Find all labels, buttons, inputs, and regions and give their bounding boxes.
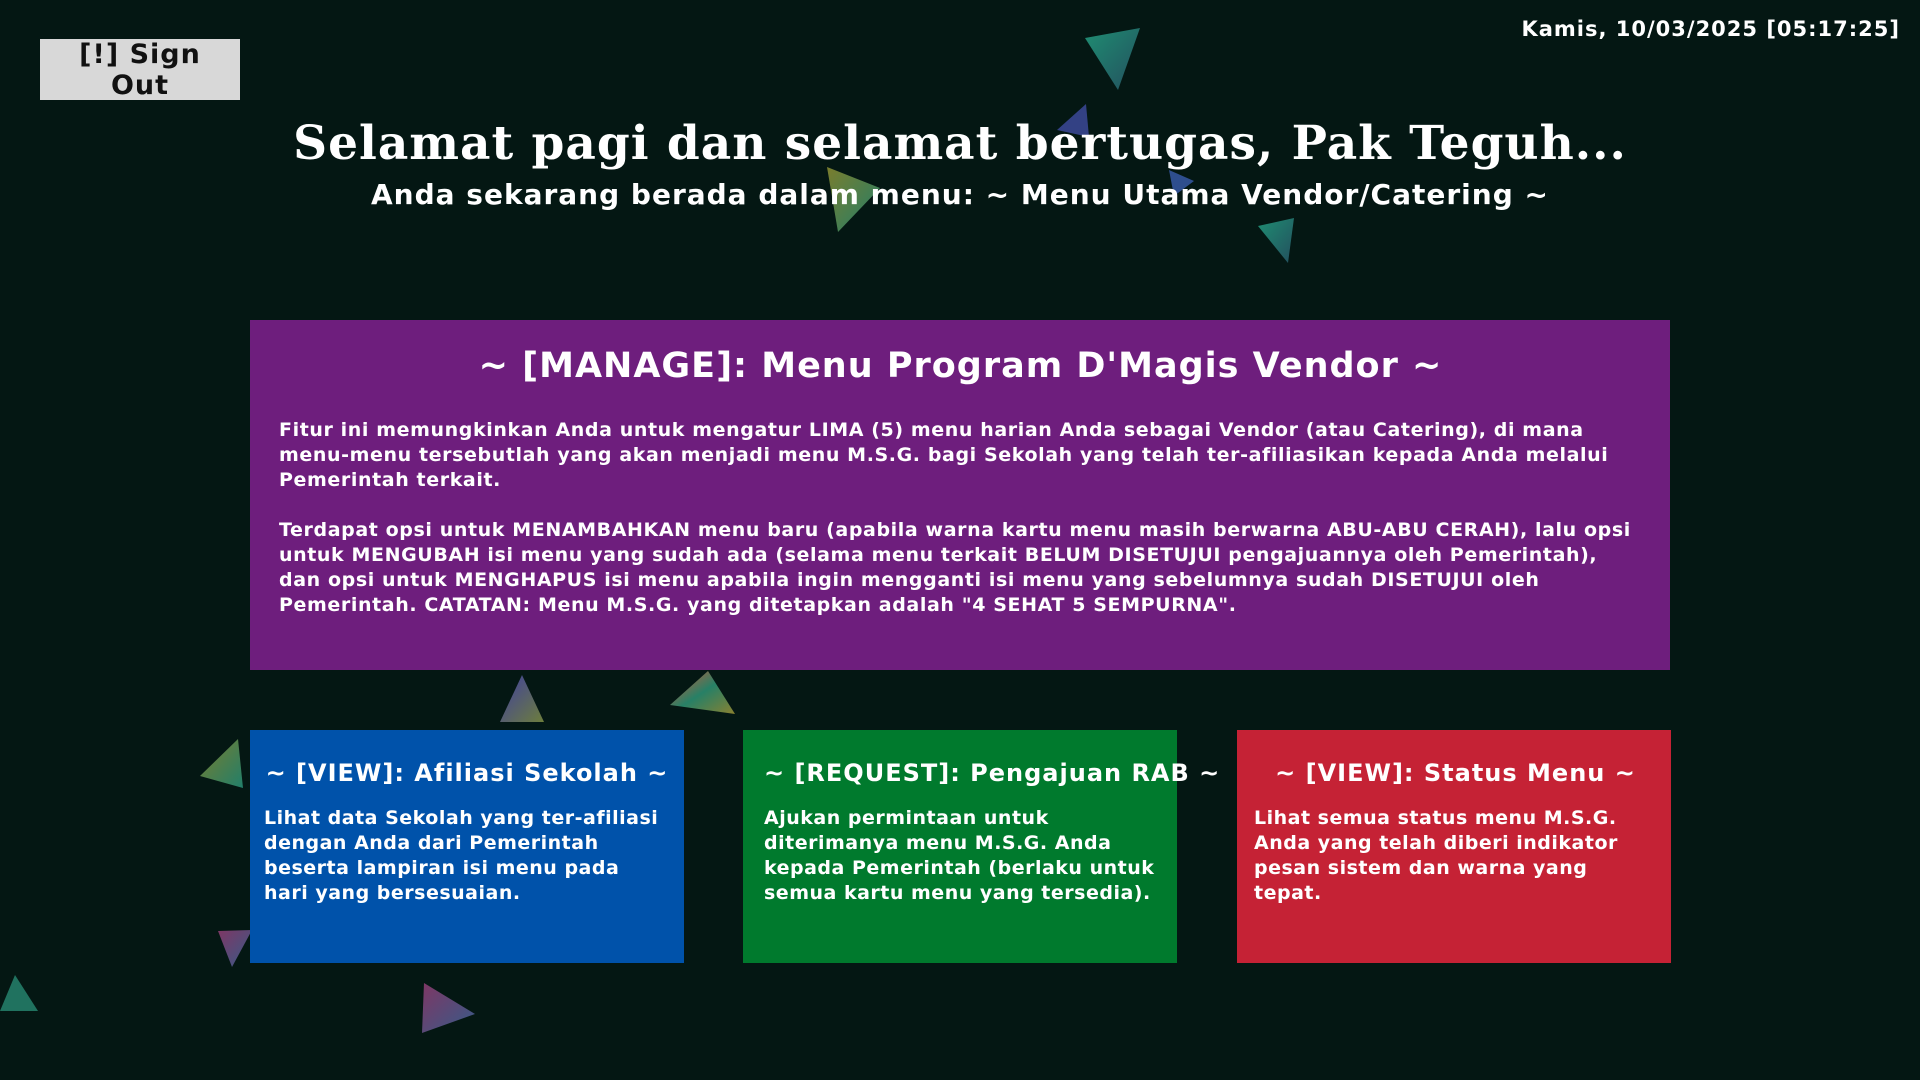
greeting-title: Selamat pagi dan selamat bertugas, Pak T… [293,116,1627,171]
manage-card-description-2: Terdapat opsi untuk MENAMBAHKAN menu bar… [279,519,1631,616]
triangle-decoration-5 [1258,218,1294,263]
current-menu-text: Anda sekarang berada dalam menu: ~ Menu … [371,178,1549,211]
menu-status-card-text: Lihat semua status menu M.S.G. Anda yang… [1254,807,1618,904]
page-heading: Selamat pagi dan selamat bertugas, Pak T… [0,108,1920,211]
triangle-decoration-11 [422,983,475,1033]
triangle-decoration-10 [0,975,38,1011]
school-affiliation-card-title: ~ [VIEW]: Afiliasi Sekolah ~ [265,759,669,787]
current-datetime: Kamis, 10/03/2025 [05:17:25] [1521,17,1900,41]
triangle-decoration-6 [500,675,544,722]
menu-status-card-title: ~ [VIEW]: Status Menu ~ [1275,759,1636,787]
triangle-decoration-9 [218,930,252,967]
triangle-decoration-7 [670,671,735,714]
vendor-main-menu-screen: [!] Sign Out Kamis, 10/03/2025 [05:17:25… [0,0,1920,1080]
manage-card-description-1: Fitur ini memungkinkan Anda untuk mengat… [279,419,1609,491]
rab-request-card[interactable]: ~ [REQUEST]: Pengajuan RAB ~ Ajukan perm… [743,730,1221,963]
menu-status-card[interactable]: ~ [VIEW]: Status Menu ~ Lihat semua stat… [1237,730,1671,963]
rab-request-card-title: ~ [REQUEST]: Pengajuan RAB ~ [764,759,1221,787]
rab-request-card-text: Ajukan permintaan untuk diterimanya menu… [764,807,1155,904]
school-affiliation-card-text: Lihat data Sekolah yang ter-afiliasi den… [264,807,659,904]
triangle-decoration-1 [1085,28,1140,90]
manage-vendor-menu-card[interactable]: ~ [MANAGE]: Menu Program D'Magis Vendor … [250,320,1670,670]
school-affiliation-card[interactable]: ~ [VIEW]: Afiliasi Sekolah ~ Lihat data … [250,730,684,963]
sign-out-button[interactable]: [!] Sign Out [40,39,240,101]
triangle-decoration-8 [200,739,243,788]
manage-card-title: ~ [MANAGE]: Menu Program D'Magis Vendor … [478,346,1443,386]
